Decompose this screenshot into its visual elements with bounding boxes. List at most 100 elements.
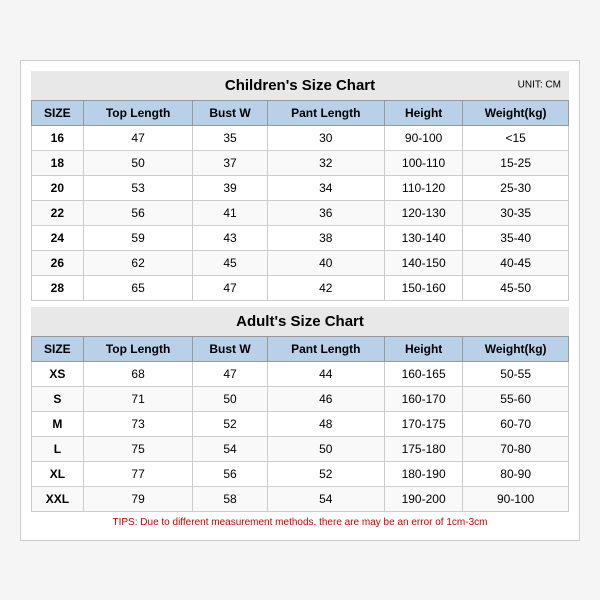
table-cell: 180-190 [384, 461, 462, 486]
table-cell: XXL [32, 486, 84, 511]
table-cell: 35 [193, 125, 267, 150]
table-cell: 73 [83, 411, 193, 436]
table-cell: 52 [193, 411, 267, 436]
table-cell: 52 [267, 461, 384, 486]
adult-header-row: SIZE Top Length Bust W Pant Length Heigh… [32, 336, 569, 361]
table-cell: 24 [32, 225, 84, 250]
table-cell: 140-150 [384, 250, 462, 275]
table-cell: S [32, 386, 84, 411]
table-row: XXL795854190-20090-100 [32, 486, 569, 511]
table-cell: 90-100 [463, 486, 569, 511]
table-cell: L [32, 436, 84, 461]
adult-section-title: Adult's Size Chart [31, 307, 569, 336]
table-cell: 30 [267, 125, 384, 150]
table-cell: XL [32, 461, 84, 486]
table-row: 22564136120-13030-35 [32, 200, 569, 225]
table-cell: 28 [32, 275, 84, 300]
table-cell: 62 [83, 250, 193, 275]
adult-col-header-bust-w: Bust W [193, 336, 267, 361]
table-row: 18503732100-11015-25 [32, 150, 569, 175]
unit-label: UNIT: CM [518, 80, 561, 91]
table-cell: 56 [83, 200, 193, 225]
col-header-pant-length: Pant Length [267, 100, 384, 125]
table-cell: 20 [32, 175, 84, 200]
table-cell: 30-35 [463, 200, 569, 225]
table-cell: 18 [32, 150, 84, 175]
table-row: XS684744160-16550-55 [32, 361, 569, 386]
table-cell: 79 [83, 486, 193, 511]
adult-table: SIZE Top Length Bust W Pant Length Heigh… [31, 336, 569, 512]
children-title-text: Children's Size Chart [225, 77, 375, 94]
table-row: L755450175-18070-80 [32, 436, 569, 461]
adult-tbody: XS684744160-16550-55S715046160-17055-60M… [32, 361, 569, 511]
table-cell: 54 [267, 486, 384, 511]
table-cell: 50-55 [463, 361, 569, 386]
table-cell: M [32, 411, 84, 436]
table-cell: 43 [193, 225, 267, 250]
adult-title-text: Adult's Size Chart [236, 313, 364, 330]
table-row: XL775652180-19080-90 [32, 461, 569, 486]
table-cell: <15 [463, 125, 569, 150]
table-cell: 68 [83, 361, 193, 386]
table-cell: 32 [267, 150, 384, 175]
table-cell: 45 [193, 250, 267, 275]
table-cell: 37 [193, 150, 267, 175]
table-cell: 190-200 [384, 486, 462, 511]
col-header-height: Height [384, 100, 462, 125]
table-cell: 16 [32, 125, 84, 150]
adult-col-header-top-length: Top Length [83, 336, 193, 361]
table-cell: 40 [267, 250, 384, 275]
col-header-size: SIZE [32, 100, 84, 125]
children-tbody: 1647353090-100<1518503732100-11015-25205… [32, 125, 569, 300]
table-cell: 80-90 [463, 461, 569, 486]
table-cell: 50 [193, 386, 267, 411]
table-cell: 38 [267, 225, 384, 250]
table-cell: 47 [193, 275, 267, 300]
table-cell: 50 [83, 150, 193, 175]
table-cell: 26 [32, 250, 84, 275]
table-cell: 160-165 [384, 361, 462, 386]
table-cell: 47 [83, 125, 193, 150]
table-cell: 58 [193, 486, 267, 511]
table-cell: 60-70 [463, 411, 569, 436]
table-row: M735248170-17560-70 [32, 411, 569, 436]
table-cell: 175-180 [384, 436, 462, 461]
table-cell: 110-120 [384, 175, 462, 200]
table-cell: 100-110 [384, 150, 462, 175]
table-cell: 75 [83, 436, 193, 461]
table-cell: 34 [267, 175, 384, 200]
col-header-bust-w: Bust W [193, 100, 267, 125]
table-cell: 170-175 [384, 411, 462, 436]
table-row: 28654742150-16045-50 [32, 275, 569, 300]
table-cell: 55-60 [463, 386, 569, 411]
children-table: SIZE Top Length Bust W Pant Length Heigh… [31, 100, 569, 301]
table-row: 20533934110-12025-30 [32, 175, 569, 200]
table-cell: 90-100 [384, 125, 462, 150]
table-cell: 36 [267, 200, 384, 225]
table-cell: 59 [83, 225, 193, 250]
table-cell: 54 [193, 436, 267, 461]
adult-col-header-weight: Weight(kg) [463, 336, 569, 361]
table-row: S715046160-17055-60 [32, 386, 569, 411]
table-cell: 25-30 [463, 175, 569, 200]
table-cell: 65 [83, 275, 193, 300]
table-row: 24594338130-14035-40 [32, 225, 569, 250]
table-cell: 35-40 [463, 225, 569, 250]
table-cell: 130-140 [384, 225, 462, 250]
chart-container: Children's Size Chart UNIT: CM SIZE Top … [20, 60, 580, 541]
table-cell: 160-170 [384, 386, 462, 411]
adult-col-header-size: SIZE [32, 336, 84, 361]
table-cell: 50 [267, 436, 384, 461]
table-cell: 44 [267, 361, 384, 386]
col-header-weight: Weight(kg) [463, 100, 569, 125]
table-cell: 48 [267, 411, 384, 436]
table-cell: 77 [83, 461, 193, 486]
table-cell: 42 [267, 275, 384, 300]
table-cell: 70-80 [463, 436, 569, 461]
table-cell: 22 [32, 200, 84, 225]
table-cell: XS [32, 361, 84, 386]
table-row: 1647353090-100<15 [32, 125, 569, 150]
tips-text: TIPS: Due to different measurement metho… [31, 512, 569, 530]
table-cell: 53 [83, 175, 193, 200]
children-section-title: Children's Size Chart UNIT: CM [31, 71, 569, 100]
